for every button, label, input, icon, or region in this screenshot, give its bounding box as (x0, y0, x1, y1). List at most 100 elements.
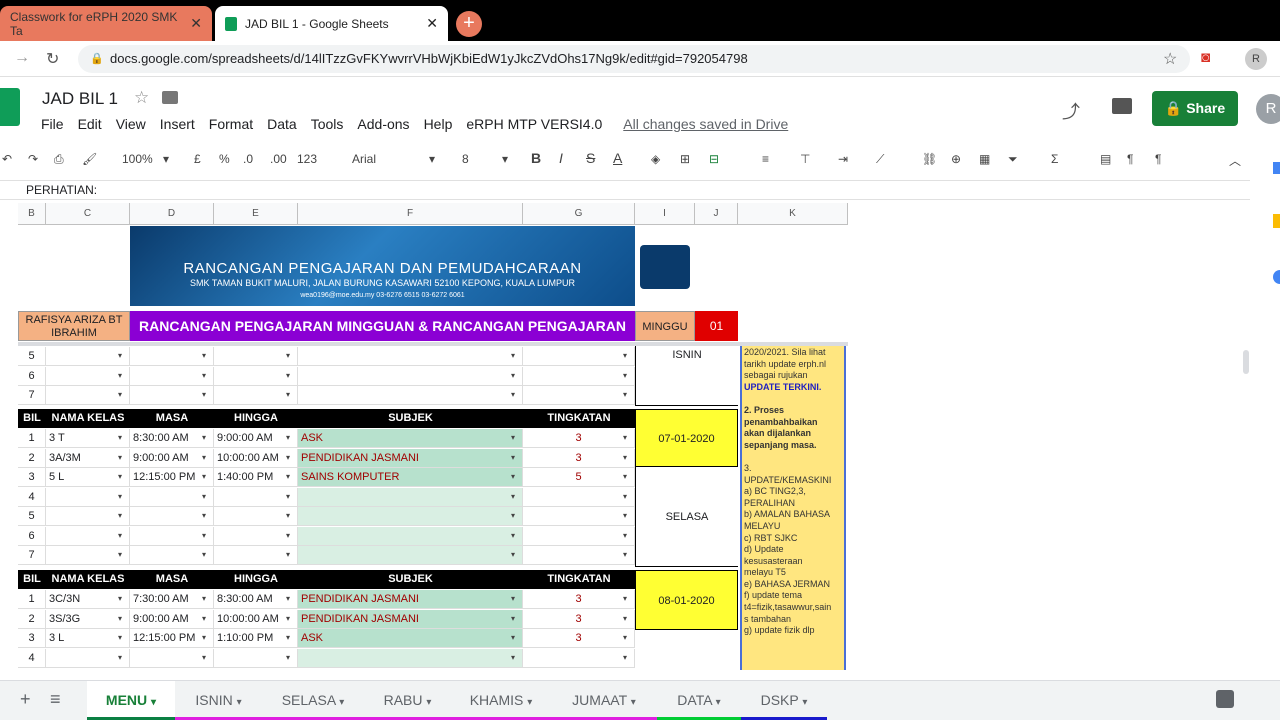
chevron-down-icon[interactable]: ▾ (286, 546, 296, 565)
font-size-select[interactable]: 8 (462, 152, 469, 166)
font-select[interactable]: Arial (352, 152, 376, 166)
column-header-c[interactable]: C (46, 203, 130, 225)
spreadsheet-grid[interactable]: RANCANGAN PENGAJARAN DAN PEMUDAHCARAAN S… (18, 225, 848, 670)
chevron-down-icon[interactable]: ▾ (286, 386, 296, 405)
star-icon[interactable]: ☆ (1163, 49, 1177, 69)
menu-edit[interactable]: Edit (78, 116, 102, 134)
extension-icon[interactable]: ◙ (1201, 49, 1210, 66)
chevron-down-icon[interactable]: ▾ (237, 697, 242, 708)
sheet-tab-rabu[interactable]: RABU ▾ (364, 681, 451, 720)
keep-addon-icon[interactable] (1273, 214, 1280, 228)
browser-tab-sheets[interactable]: JAD BIL 1 - Google Sheets ✕ (215, 6, 448, 41)
explore-icon[interactable] (1216, 690, 1234, 708)
print-area-icon[interactable]: ▤ (1100, 152, 1111, 166)
collapse-toolbar-icon[interactable]: ︿ (1229, 152, 1241, 169)
sheet-tab-data[interactable]: DATA ▾ (657, 681, 741, 720)
close-tab-icon[interactable]: ✕ (190, 15, 202, 32)
text-rotate-icon[interactable]: ⟋ (876, 152, 884, 167)
chevron-down-icon[interactable]: ▾ (511, 347, 521, 366)
all-sheets-icon[interactable]: ≡ (50, 689, 61, 710)
chevron-down-icon[interactable]: ▾ (202, 468, 212, 487)
form-cell[interactable] (523, 386, 635, 405)
account-avatar[interactable]: R (1256, 94, 1280, 124)
chevron-down-icon[interactable]: ▾ (623, 347, 633, 366)
chevron-down-icon[interactable]: ▾ (623, 449, 633, 468)
chevron-down-icon[interactable]: ▾ (118, 629, 128, 648)
menu-file[interactable]: File (41, 116, 64, 134)
document-title[interactable]: JAD BIL 1 (42, 89, 118, 109)
form-cell[interactable]: 3 (523, 429, 635, 448)
form-cell[interactable]: 3 (523, 629, 635, 648)
share-button[interactable]: 🔒 Share (1152, 91, 1238, 126)
chevron-down-icon[interactable]: ▾ (202, 367, 212, 386)
column-header-e[interactable]: E (214, 203, 298, 225)
chevron-down-icon[interactable]: ▾ (286, 649, 296, 668)
chevron-down-icon[interactable]: ▾ (118, 590, 128, 609)
chevron-down-icon[interactable]: ▾ (151, 697, 156, 708)
chevron-down-icon[interactable]: ▾ (202, 429, 212, 448)
column-header-k[interactable]: K (738, 203, 848, 225)
chevron-down-icon[interactable]: ▾ (511, 649, 521, 668)
chevron-down-icon[interactable]: ▾ (716, 697, 721, 708)
sheet-tab-menu[interactable]: MENU ▾ (87, 681, 175, 720)
close-tab-icon[interactable]: ✕ (426, 15, 438, 32)
form-cell[interactable]: 3 (523, 609, 635, 629)
chevron-down-icon[interactable]: ▾ (202, 527, 212, 546)
subject-cell[interactable]: ASK (298, 429, 523, 448)
subject-cell[interactable] (298, 526, 523, 546)
chevron-down-icon[interactable]: ▾ (511, 367, 521, 386)
form-cell[interactable] (523, 347, 635, 366)
chevron-down-icon[interactable]: ▾ (202, 507, 212, 526)
chevron-down-icon[interactable]: ▾ (118, 468, 128, 487)
chevron-down-icon[interactable]: ▾ (118, 507, 128, 526)
form-cell[interactable] (523, 648, 635, 668)
chevron-down-icon[interactable]: ▾ (426, 697, 431, 708)
chevron-down-icon[interactable]: ▾ (511, 468, 521, 487)
rtl-icon[interactable]: ¶ (1155, 152, 1161, 166)
borders-icon[interactable]: ⊞ (680, 152, 690, 166)
merge-cells-icon[interactable]: ⊟ (709, 152, 719, 166)
comment-add-icon[interactable]: ⊕ (951, 152, 961, 166)
chevron-down-icon[interactable]: ▾ (118, 488, 128, 507)
chevron-down-icon[interactable]: ▾ (339, 697, 344, 708)
increase-decimal-button[interactable]: .00 (270, 152, 287, 166)
folder-icon[interactable] (162, 91, 178, 104)
chevron-down-icon[interactable]: ▾ (118, 649, 128, 668)
text-color-icon[interactable]: A (613, 150, 622, 166)
form-cell[interactable] (523, 526, 635, 546)
column-header-j[interactable]: J (695, 203, 738, 225)
vertical-scrollbar[interactable] (1240, 340, 1252, 670)
chevron-down-icon[interactable]: ▾ (202, 386, 212, 405)
chevron-down-icon[interactable]: ▾ (118, 367, 128, 386)
chevron-down-icon[interactable]: ▾ (118, 610, 128, 629)
filter-icon[interactable]: ⏷ (1008, 152, 1018, 167)
profile-avatar[interactable]: R (1245, 48, 1267, 70)
column-header-g[interactable]: G (523, 203, 635, 225)
redo-icon[interactable]: ↷ (28, 152, 38, 166)
functions-icon[interactable]: Σ (1051, 152, 1058, 166)
chevron-down-icon[interactable]: ▾ (286, 449, 296, 468)
sheet-tab-isnin[interactable]: ISNIN ▾ (175, 681, 262, 720)
chevron-down-icon[interactable]: ▾ (202, 629, 212, 648)
subject-cell[interactable]: PENDIDIKAN JASMANI (298, 609, 523, 629)
chevron-down-icon[interactable]: ▾ (511, 590, 521, 609)
chart-icon[interactable]: ▦ (979, 152, 990, 166)
subject-cell[interactable] (298, 487, 523, 507)
sheets-logo-icon[interactable] (0, 88, 20, 126)
chevron-down-icon[interactable]: ▾ (118, 546, 128, 565)
new-tab-button[interactable]: + (456, 11, 482, 37)
strikethrough-icon[interactable]: S (586, 150, 595, 166)
chevron-down-icon[interactable]: ▾ (623, 629, 633, 648)
chevron-down-icon[interactable]: ▾ (511, 449, 521, 468)
decrease-decimal-button[interactable]: .0 (243, 152, 253, 166)
sheet-tab-jumaat[interactable]: JUMAAT ▾ (551, 681, 657, 720)
chevron-down-icon[interactable]: ▾ (286, 347, 296, 366)
form-cell[interactable]: 3 (523, 448, 635, 468)
chevron-down-icon[interactable]: ▾ (286, 527, 296, 546)
subject-cell[interactable]: PENDIDIKAN JASMANI (298, 448, 523, 468)
fill-color-icon[interactable]: ◈ (651, 152, 660, 166)
chevron-down-icon[interactable]: ▾ (286, 629, 296, 648)
column-header-f[interactable]: F (298, 203, 523, 225)
chevron-down-icon[interactable]: ▾ (118, 386, 128, 405)
link-icon[interactable]: ⛓ (922, 152, 937, 166)
